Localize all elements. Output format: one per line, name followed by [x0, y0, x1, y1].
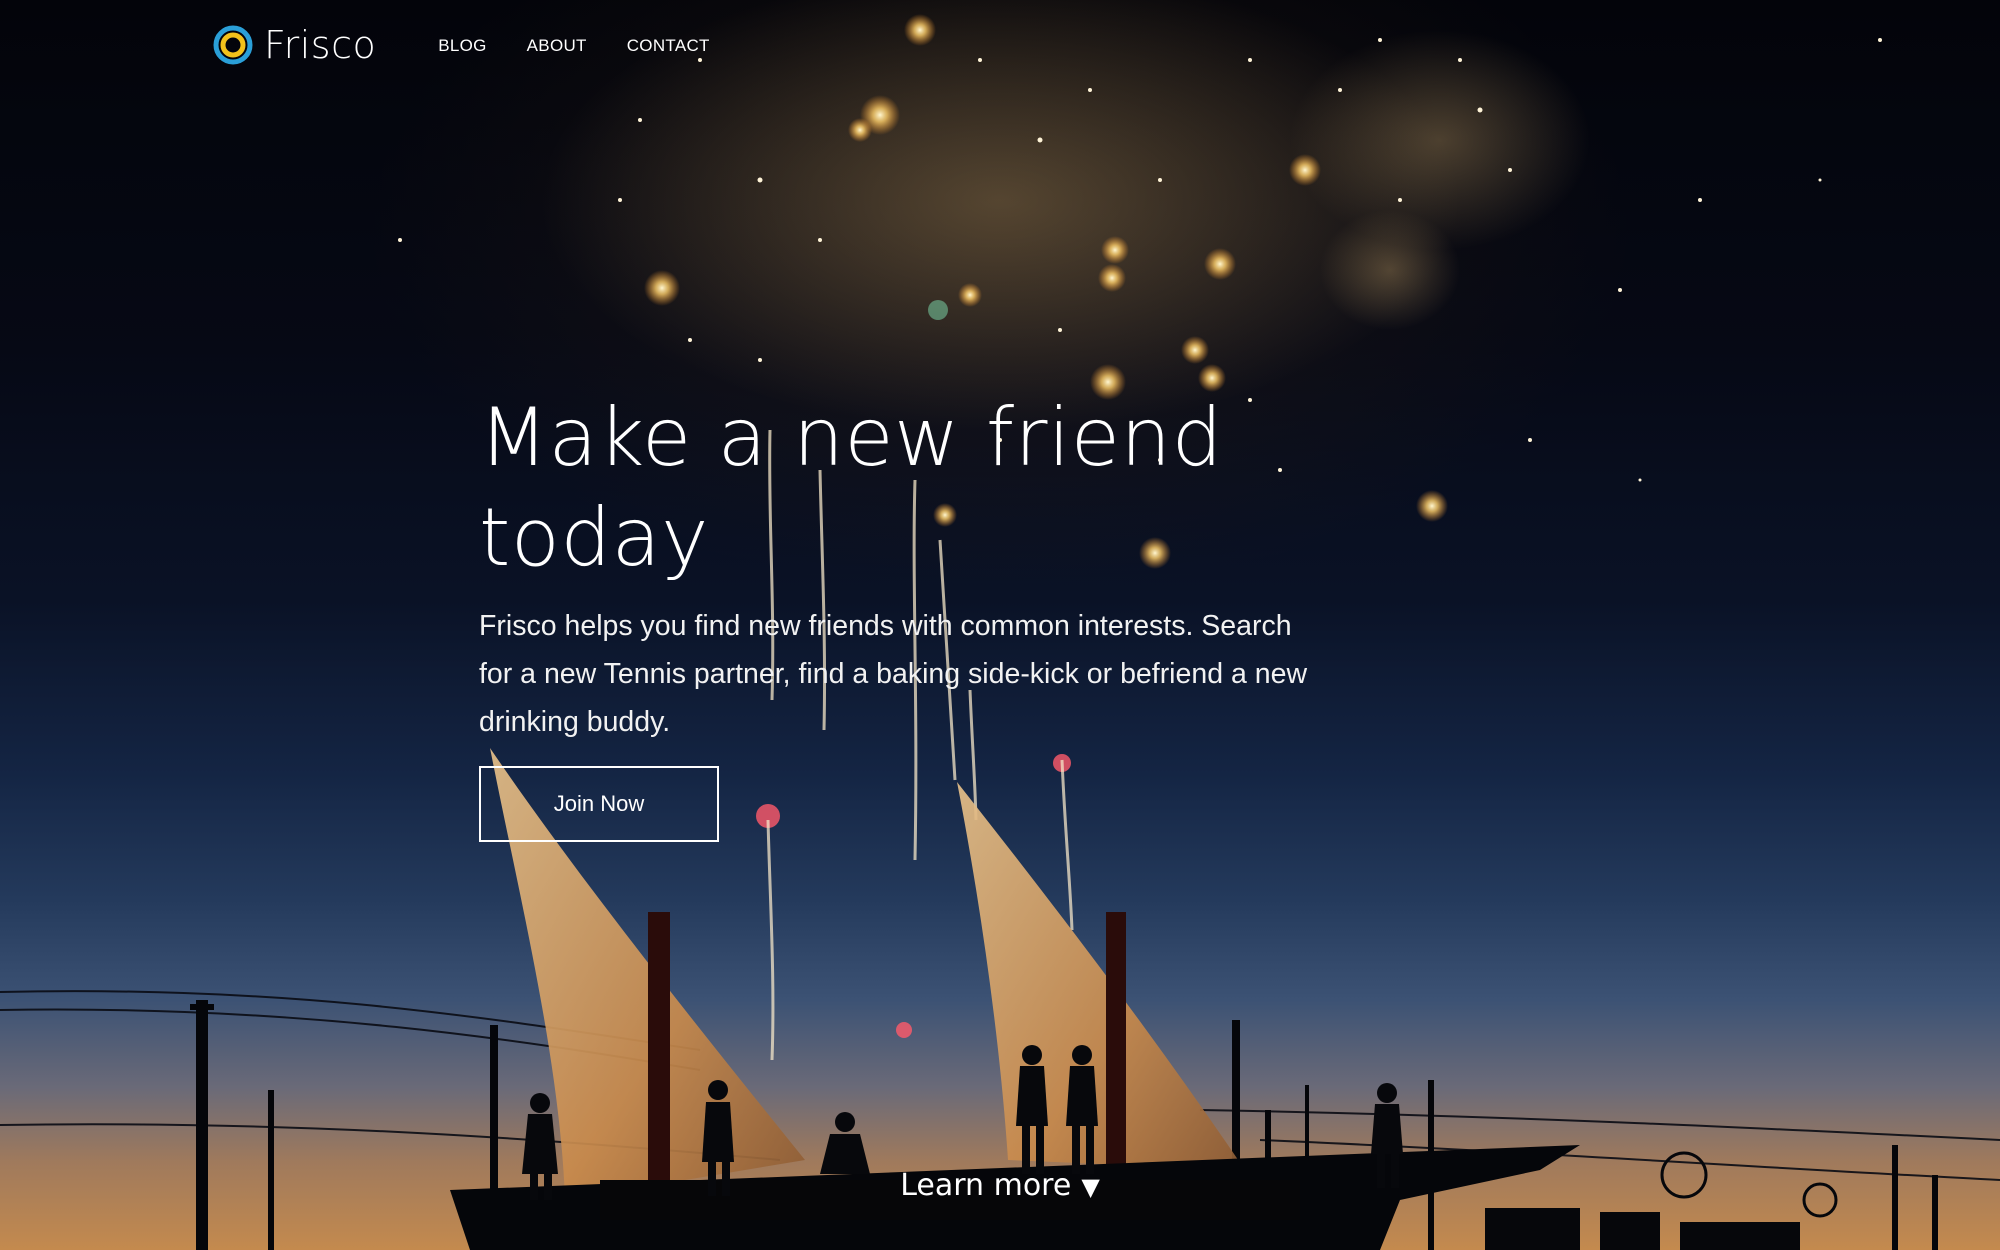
- nav-link-contact[interactable]: CONTACT: [627, 36, 710, 56]
- nav-link-blog[interactable]: BLOG: [438, 36, 486, 56]
- triangle-down-icon: ▼: [1081, 1173, 1100, 1201]
- hero-section: Make a new friend today Frisco helps you…: [479, 388, 1339, 842]
- brand-name: Frisco: [264, 23, 377, 67]
- nav-links: BLOG ABOUT CONTACT: [438, 36, 710, 56]
- nav-link-about[interactable]: ABOUT: [527, 36, 587, 56]
- learn-more-link[interactable]: Learn more ▼: [0, 1168, 2000, 1203]
- learn-more-label: Learn more: [900, 1168, 1072, 1203]
- brand-logo-link[interactable]: Frisco: [212, 23, 376, 67]
- hero-title: Make a new friend today: [479, 391, 1223, 584]
- join-now-button[interactable]: Join Now: [479, 766, 719, 842]
- top-navbar: Frisco BLOG ABOUT CONTACT: [212, 22, 710, 68]
- hero-subtitle: Frisco helps you find new friends with c…: [479, 610, 1308, 738]
- target-ring-icon: [213, 25, 253, 65]
